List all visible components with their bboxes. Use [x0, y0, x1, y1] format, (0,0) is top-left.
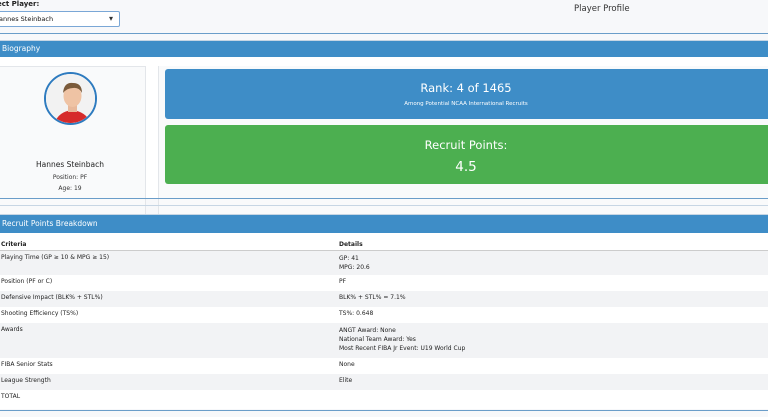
criteria-cell: Shooting Efficiency (TS%) [1, 310, 79, 317]
details-cell: TS%: 0.648 [339, 310, 374, 317]
criteria-cell: TOTAL [1, 393, 21, 400]
criteria-cell: Position (PF or C) [1, 278, 53, 285]
details-cell: Elite [338, 374, 768, 390]
player-select-label: ect Player: [0, 0, 40, 8]
rank-subtitle: Among Potential NCAA International Recru… [404, 101, 528, 107]
details-cell: BLK% + STL% = 7.1% [338, 291, 768, 307]
detail-line: Most Recent FIBA Jr Event: U19 World Cup [339, 345, 466, 352]
table-row: Awards ANGT Award: None National Team Aw… [0, 323, 768, 358]
details-cell [338, 390, 768, 406]
player-age: Age: 19 [58, 185, 82, 192]
criteria-cell: FIBA Senior Stats [1, 361, 53, 368]
criteria-cell: League Strength [0, 374, 338, 390]
criteria-cell: Awards [0, 323, 338, 358]
divider [0, 33, 768, 34]
recruit-points-box: Recruit Points: 4.5 [165, 125, 768, 184]
breakdown-table: Criteria Details Playing Time (GP ≥ 10 &… [0, 239, 768, 406]
details-cell: None [339, 361, 355, 368]
detail-line: National Team Award: Yes [339, 336, 416, 343]
divider [0, 205, 768, 206]
avatar [44, 72, 97, 125]
criteria-cell: Defensive Impact (BLK% + STL%) [0, 291, 338, 307]
table-row: League Strength Elite [0, 374, 768, 390]
rank-title: Rank: 4 of 1465 [420, 81, 512, 95]
recruit-points-title: Recruit Points: [424, 138, 508, 152]
rank-box: Rank: 4 of 1465 Among Potential NCAA Int… [165, 69, 768, 119]
details-cell: PF [339, 278, 347, 285]
column-header-details: Details [338, 239, 768, 251]
divider [0, 410, 768, 411]
player-position: Position: PF [52, 174, 88, 181]
chevron-down-icon: ▾ [108, 14, 113, 23]
table-row: Shooting Efficiency (TS%) TS%: 0.648 [0, 307, 768, 323]
details-cell: ANGT Award: None National Team Award: Ye… [338, 323, 768, 358]
table-row: TOTAL [0, 390, 768, 406]
recruit-points-value: 4.5 [455, 159, 477, 175]
biography-header: Biography [0, 41, 768, 57]
breakdown-header: Recruit Points Breakdown [0, 215, 768, 233]
table-row: Position (PF or C) PF [0, 275, 768, 291]
breakdown-card: Recruit Points Breakdown Criteria Detail… [0, 214, 768, 409]
player-select-value: annes Steinbach [0, 15, 54, 23]
table-row: FIBA Senior Stats None [0, 358, 768, 374]
column-header-criteria: Criteria [0, 239, 338, 251]
divider [0, 198, 768, 199]
player-select[interactable]: annes Steinbach ▾ [0, 11, 120, 27]
player-name: Hannes Steinbach [35, 160, 105, 169]
profile-panel: Hannes Steinbach Position: PF Age: 19 [0, 66, 146, 217]
details-cell: GP: 41 MPG: 20.6 [338, 250, 768, 275]
table-row: Defensive Impact (BLK% + STL%) BLK% + ST… [0, 291, 768, 307]
criteria-cell: Playing Time (GP ≥ 10 & MPG ≥ 15) [0, 250, 338, 275]
page-title: Player Profile [574, 4, 630, 14]
table-header-row: Criteria Details [0, 239, 768, 251]
detail-line: MPG: 20.6 [339, 263, 370, 271]
table-row: Playing Time (GP ≥ 10 & MPG ≥ 15) GP: 41… [0, 250, 768, 275]
detail-line: ANGT Award: None [339, 327, 396, 334]
detail-line: GP: 41 [339, 254, 359, 262]
